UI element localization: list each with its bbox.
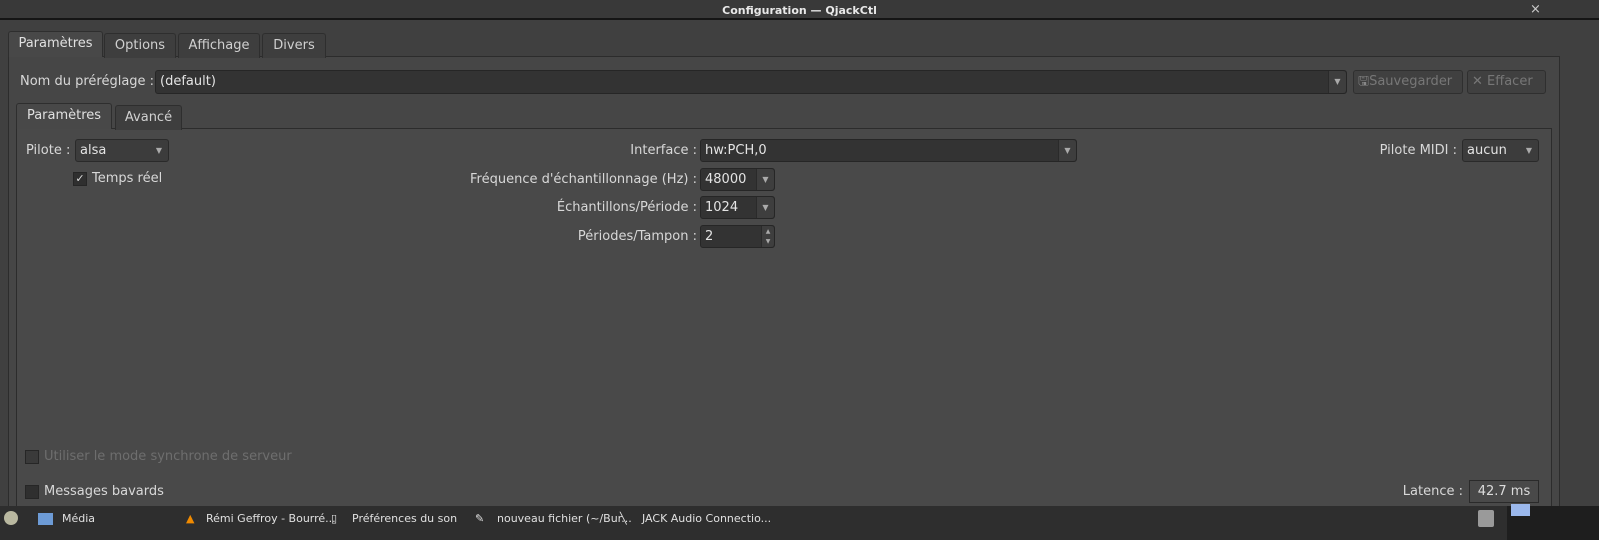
preset-label: Nom du préréglage : xyxy=(20,74,155,89)
task-vlc[interactable]: Rémi Geffroy - Bourré... xyxy=(206,512,336,525)
chevron-down-icon: ▼ xyxy=(1058,140,1076,161)
tab-divers[interactable]: Divers xyxy=(262,33,326,58)
editor-icon: ✎ xyxy=(475,512,485,525)
floppy-icon: 🖫 xyxy=(1358,74,1370,89)
folder-icon xyxy=(38,513,53,525)
menu-icon[interactable] xyxy=(4,511,18,525)
driver-combo[interactable]: alsa ▼ xyxy=(75,139,169,162)
taskbar: Média ▲ Rémi Geffroy - Bourré... ▯ Préfé… xyxy=(0,504,1599,540)
pager[interactable] xyxy=(1507,504,1599,540)
subtab-parametres[interactable]: Paramètres xyxy=(16,103,112,129)
tab-options[interactable]: Options xyxy=(104,33,176,58)
periods-spinner[interactable]: 2 ▲ ▼ xyxy=(700,225,775,248)
interface-combo[interactable]: hw:PCH,0 ▼ xyxy=(700,139,1077,162)
chevron-down-icon: ▼ xyxy=(1525,146,1532,155)
driver-label: Pilote : xyxy=(26,143,71,158)
latency-value: 42.7 ms xyxy=(1469,480,1539,503)
chevron-down-icon: ▼ xyxy=(756,197,774,218)
chevron-down-icon: ▼ xyxy=(155,146,162,155)
tab-parametres[interactable]: Paramètres xyxy=(8,31,103,57)
verbose-checkbox[interactable] xyxy=(25,485,39,499)
interface-label: Interface : xyxy=(630,143,697,158)
frames-combo[interactable]: 1024 ▼ xyxy=(700,196,775,219)
midi-driver-combo[interactable]: aucun ▼ xyxy=(1462,139,1539,162)
rate-value: 48000 xyxy=(705,172,747,187)
jack-icon: ╲ xyxy=(620,512,627,525)
driver-value: alsa xyxy=(80,143,107,158)
window-title: Configuration — QjackCtl xyxy=(722,4,877,17)
subtab-avance[interactable]: Avancé xyxy=(115,105,182,130)
frames-label: Échantillons/Période : xyxy=(556,200,697,215)
latency-label: Latence : xyxy=(1402,484,1463,499)
tab-affichage[interactable]: Affichage xyxy=(178,33,260,58)
vlc-icon: ▲ xyxy=(186,512,195,525)
interface-value: hw:PCH,0 xyxy=(705,143,767,158)
spin-arrows-icon[interactable]: ▲ ▼ xyxy=(761,226,774,247)
close-icon[interactable]: × xyxy=(1530,2,1541,17)
chevron-down-icon: ▼ xyxy=(1328,71,1346,93)
sound-icon: ▯ xyxy=(331,512,338,525)
delete-label: Effacer xyxy=(1487,74,1533,89)
rate-label: Fréquence d'échantillonnage (Hz) : xyxy=(470,172,697,187)
save-button[interactable]: 🖫Sauvegarder xyxy=(1353,70,1463,94)
delete-button[interactable]: ✕ Effacer xyxy=(1467,70,1546,94)
sync-mode-label: Utiliser le mode synchrone de serveur xyxy=(44,449,292,464)
periods-value: 2 xyxy=(705,229,714,244)
sync-mode-checkbox[interactable] xyxy=(25,450,39,464)
save-label: Sauvegarder xyxy=(1369,74,1453,89)
periods-label: Périodes/Tampon : xyxy=(577,229,697,244)
x-icon: ✕ xyxy=(1472,74,1483,89)
trash-icon[interactable] xyxy=(1478,510,1494,527)
realtime-label: Temps réel xyxy=(92,171,163,186)
realtime-checkbox[interactable]: ✓ xyxy=(73,172,87,186)
preset-value: (default) xyxy=(160,74,216,89)
preset-combo[interactable]: (default) ▼ xyxy=(155,70,1347,94)
task-media[interactable]: Média xyxy=(62,512,95,525)
midi-driver-label: Pilote MIDI : xyxy=(1379,143,1457,158)
midi-driver-value: aucun xyxy=(1467,143,1507,158)
rate-combo[interactable]: 48000 ▼ xyxy=(700,168,775,191)
frames-value: 1024 xyxy=(705,200,739,215)
verbose-label: Messages bavards xyxy=(44,484,164,499)
task-sound-prefs[interactable]: Préférences du son xyxy=(352,512,457,525)
task-jack[interactable]: JACK Audio Connectio... xyxy=(642,512,771,525)
desktop-icon[interactable] xyxy=(1511,504,1530,516)
chevron-down-icon: ▼ xyxy=(756,169,774,190)
title-bar: Configuration — QjackCtl × xyxy=(0,0,1599,20)
task-editor[interactable]: nouveau fichier (~/Bur... xyxy=(497,512,632,525)
